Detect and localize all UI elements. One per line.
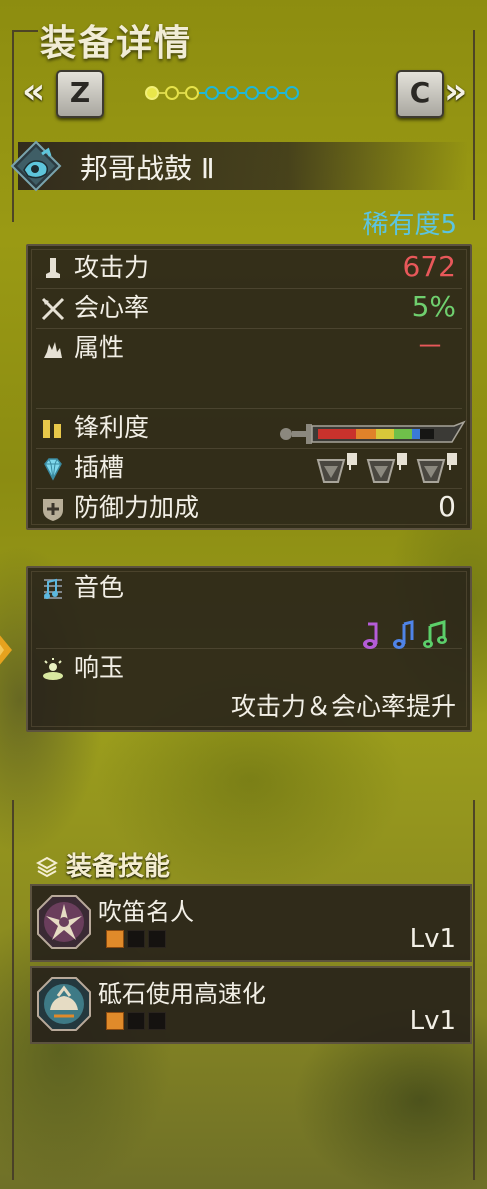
melody-row: 音色 bbox=[36, 568, 462, 649]
melody-notes bbox=[360, 620, 448, 650]
prev-chevron: « bbox=[22, 71, 46, 112]
page-dot-3 bbox=[185, 86, 199, 100]
echo-value: 攻击力＆会心率提升 bbox=[230, 692, 456, 721]
element-icon bbox=[40, 336, 66, 362]
page-dot-7 bbox=[265, 86, 279, 100]
stat-row-sharpness: 锋利度 bbox=[36, 408, 466, 449]
skills-icon bbox=[35, 855, 59, 885]
skill-pip bbox=[106, 1012, 124, 1030]
slots-label: 插槽 bbox=[74, 453, 125, 482]
defense-value: 0 bbox=[438, 490, 456, 523]
affinity-value: 5% bbox=[411, 290, 456, 323]
hunting-horn-icon bbox=[10, 140, 62, 192]
blue-note-icon bbox=[393, 620, 414, 649]
echo-bubble-icon bbox=[40, 656, 66, 682]
skill-level-1: Lv1 bbox=[409, 924, 456, 954]
echo-label: 响玉 bbox=[74, 653, 125, 682]
speed-sharpening-icon bbox=[36, 976, 92, 1032]
purple-note-icon bbox=[363, 622, 378, 649]
stat-row-element: 属性 － bbox=[36, 328, 462, 409]
rarity-label: 稀有度5 bbox=[362, 210, 457, 240]
skill-pip bbox=[148, 930, 166, 948]
affinity-icon bbox=[40, 296, 66, 322]
decoration-slots bbox=[314, 452, 458, 484]
melody-label: 音色 bbox=[74, 573, 125, 602]
frame-top-left bbox=[12, 30, 38, 222]
skill-pip bbox=[106, 930, 124, 948]
page-dot-8 bbox=[285, 86, 299, 100]
sharpness-gauge bbox=[276, 420, 466, 444]
skill-level-2: Lv1 bbox=[409, 1006, 456, 1036]
decoration-slot-icon bbox=[40, 456, 66, 482]
green-note-icon bbox=[423, 620, 447, 648]
element-label: 属性 bbox=[74, 333, 125, 362]
skills-title-text: 装备技能 bbox=[66, 852, 171, 882]
page-dot-6 bbox=[245, 86, 259, 100]
skill-pip bbox=[148, 1012, 166, 1030]
skill-name-2: 砥石使用高速化 bbox=[98, 980, 266, 1008]
page-dot-4 bbox=[205, 86, 219, 100]
echo-row: 响玉 攻击力＆会心率提升 bbox=[36, 648, 462, 728]
page-indicator bbox=[145, 84, 299, 102]
stat-row-defense: 防御力加成 0 bbox=[36, 488, 462, 528]
defense-label: 防御力加成 bbox=[74, 493, 200, 522]
slot-1-icon bbox=[316, 453, 357, 483]
skill-row-1[interactable]: 吹笛名人 Lv1 bbox=[30, 884, 472, 962]
skill-pips-1 bbox=[106, 930, 166, 948]
horn-maestro-icon bbox=[36, 894, 92, 950]
frame-right-vertical bbox=[473, 30, 475, 220]
attack-icon bbox=[40, 256, 66, 282]
frame-left-vertical-lower bbox=[12, 800, 14, 1180]
skill-pip bbox=[127, 1012, 145, 1030]
melody-icon bbox=[40, 576, 66, 602]
affinity-label: 会心率 bbox=[74, 293, 150, 322]
page-title: 装备详情 bbox=[40, 23, 193, 64]
next-chevron: » bbox=[444, 71, 468, 112]
slot-2-icon bbox=[366, 453, 407, 483]
skill-pip bbox=[127, 930, 145, 948]
element-value: － bbox=[415, 330, 444, 363]
sharpness-label: 锋利度 bbox=[74, 413, 150, 442]
stat-row-attack: 攻击力 672 bbox=[36, 248, 462, 289]
slot-3-icon bbox=[416, 453, 457, 483]
skill-row-2[interactable]: 砥石使用高速化 Lv1 bbox=[30, 966, 472, 1044]
stats-panel: 攻击力 672 会心率 5% 属性 － 锋利度 插槽 防御力加成 0 bbox=[26, 244, 472, 530]
attack-label: 攻击力 bbox=[74, 253, 150, 282]
attack-value: 672 bbox=[402, 250, 456, 283]
horn-panel: 音色 响玉 攻击力＆会心率提升 bbox=[26, 566, 472, 732]
skills-title: 装备技能 bbox=[35, 846, 171, 885]
stat-row-affinity: 会心率 5% bbox=[36, 288, 462, 329]
next-page-button[interactable]: C bbox=[396, 70, 444, 118]
side-arrow-icon bbox=[0, 628, 16, 672]
prev-page-button[interactable]: Z bbox=[56, 70, 104, 118]
page-dot-1 bbox=[145, 86, 159, 100]
page-dot-2 bbox=[165, 86, 179, 100]
stat-row-slots: 插槽 bbox=[36, 448, 462, 489]
page-dot-5 bbox=[225, 86, 239, 100]
frame-right-vertical-lower bbox=[473, 800, 475, 1180]
defense-icon bbox=[40, 496, 66, 522]
skill-pips-2 bbox=[106, 1012, 166, 1030]
skill-name-1: 吹笛名人 bbox=[98, 898, 194, 926]
weapon-name: 邦哥战鼓 Ⅱ bbox=[80, 152, 215, 185]
sharpness-icon bbox=[40, 416, 66, 442]
